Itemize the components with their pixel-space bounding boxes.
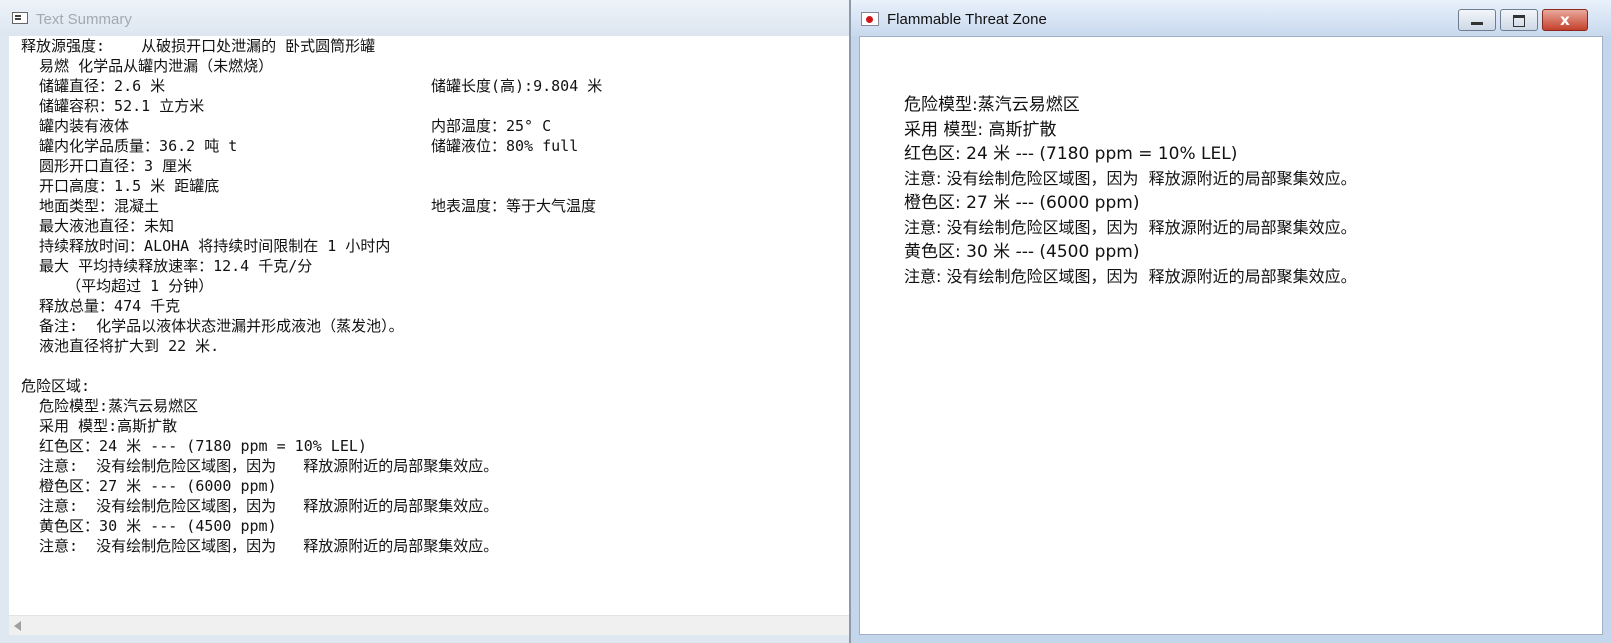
zone-line: 危险模型:蒸汽云易燃区 [904, 95, 1080, 115]
summary-line: 注意: 没有绘制危险区域图，因为 释放源附近的局部聚集效应。 [21, 537, 499, 555]
summary-line: 罐内化学品质量：36.2 吨 t 储罐液位：80% full [21, 137, 579, 155]
summary-line: 释放总量：474 千克 [21, 297, 181, 315]
close-icon: x [1560, 11, 1570, 29]
summary-line: 易燃 化学品从罐内泄漏（未燃烧） [21, 57, 274, 75]
text-summary-window-icon [12, 12, 28, 24]
threat-zone-title: Flammable Threat Zone [887, 11, 1047, 28]
horizontal-scrollbar[interactable] [9, 615, 849, 635]
text-summary-content: 释放源强度: 从破损开口处泄漏的 卧式圆筒形罐 易燃 化学品从罐内泄漏（未燃烧）… [9, 36, 849, 615]
text-summary-title: Text Summary [36, 11, 132, 28]
summary-line: 危险区域: [21, 377, 91, 395]
summary-line: 危险模型:蒸汽云易燃区 [21, 397, 199, 415]
text-summary-titlebar[interactable]: Text Summary [0, 0, 849, 36]
window-bottom-edge [0, 635, 849, 643]
summary-line: 储罐容积：52.1 立方米 [21, 97, 205, 115]
zone-note-line: 注意: 没有绘制危险区域图，因为 释放源附近的局部聚集效应。 [904, 168, 1357, 188]
summary-line: 储罐直径：2.6 米储罐长度(高):9.804 米 [21, 77, 603, 95]
threat-zone-text: 危险模型:蒸汽云易燃区 采用 模型: 高斯扩散 红色区: 24 米 --- (7… [904, 93, 1357, 289]
summary-line: 释放源强度: 从破损开口处泄漏的 卧式圆筒形罐 [21, 37, 376, 55]
minimize-button[interactable] [1458, 9, 1496, 31]
summary-line: 黄色区：30 米 --- (4500 ppm) [21, 517, 277, 535]
zone-line: 红色区: 24 米 --- (7180 ppm = 10% LEL) [904, 144, 1238, 164]
summary-line: 罐内装有液体 内部温度：25° C [21, 117, 552, 135]
close-button[interactable]: x [1542, 9, 1588, 31]
summary-line: 最大 平均持续释放速率：12.4 千克/分 [21, 257, 313, 275]
zone-note-line: 注意: 没有绘制危险区域图，因为 释放源附近的局部聚集效应。 [904, 266, 1357, 286]
summary-line: 注意: 没有绘制危险区域图，因为 释放源附近的局部聚集效应。 [21, 497, 499, 515]
summary-line: 圆形开口直径：3 厘米 [21, 157, 193, 175]
flammable-threat-zone-window: Flammable Threat Zone x 危险模型:蒸汽云易燃区 采用 模… [851, 0, 1611, 643]
summary-line: 注意: 没有绘制危险区域图，因为 释放源附近的局部聚集效应。 [21, 457, 499, 475]
summary-line: （平均超过 1 分钟） [21, 277, 214, 295]
zone-line: 黄色区: 30 米 --- (4500 ppm) [904, 242, 1140, 262]
summary-line: 液池直径将扩大到 22 米. [21, 337, 220, 355]
threat-zone-window-icon [861, 12, 879, 26]
zone-line: 橙色区: 27 米 --- (6000 ppm) [904, 193, 1140, 213]
maximize-button[interactable] [1500, 9, 1538, 31]
zone-line: 采用 模型: 高斯扩散 [904, 119, 1057, 140]
summary-line: 橙色区：27 米 --- (6000 ppm) [21, 477, 277, 495]
summary-line: 最大液池直径：未知 [21, 217, 175, 235]
summary-line [21, 356, 498, 376]
zone-note-line: 注意: 没有绘制危险区域图，因为 释放源附近的局部聚集效应。 [904, 217, 1357, 237]
text-summary-window: Text Summary 释放源强度: 从破损开口处泄漏的 卧式圆筒形罐 易燃 … [0, 0, 851, 643]
summary-line: 开口高度：1.5 米 距罐底 [21, 177, 220, 195]
summary-line: 备注: 化学品以液体状态泄漏并形成液池（蒸发池）。 [21, 317, 404, 335]
threat-zone-titlebar[interactable]: Flammable Threat Zone x [851, 0, 1611, 36]
summary-line: 持续释放时间：ALOHA 将持续时间限制在 1 小时内 [21, 237, 391, 255]
summary-text: 释放源强度: 从破损开口处泄漏的 卧式圆筒形罐 易燃 化学品从罐内泄漏（未燃烧）… [21, 36, 603, 556]
threat-zone-content: 危险模型:蒸汽云易燃区 采用 模型: 高斯扩散 红色区: 24 米 --- (7… [859, 36, 1603, 635]
scroll-left-arrow-icon[interactable] [14, 621, 21, 631]
summary-line: 采用 模型:高斯扩散 [21, 417, 178, 435]
summary-line: 地面类型：混凝土 地表温度：等于大气温度 [21, 197, 597, 215]
summary-line: 红色区：24 米 --- (7180 ppm = 10% LEL) [21, 437, 367, 455]
